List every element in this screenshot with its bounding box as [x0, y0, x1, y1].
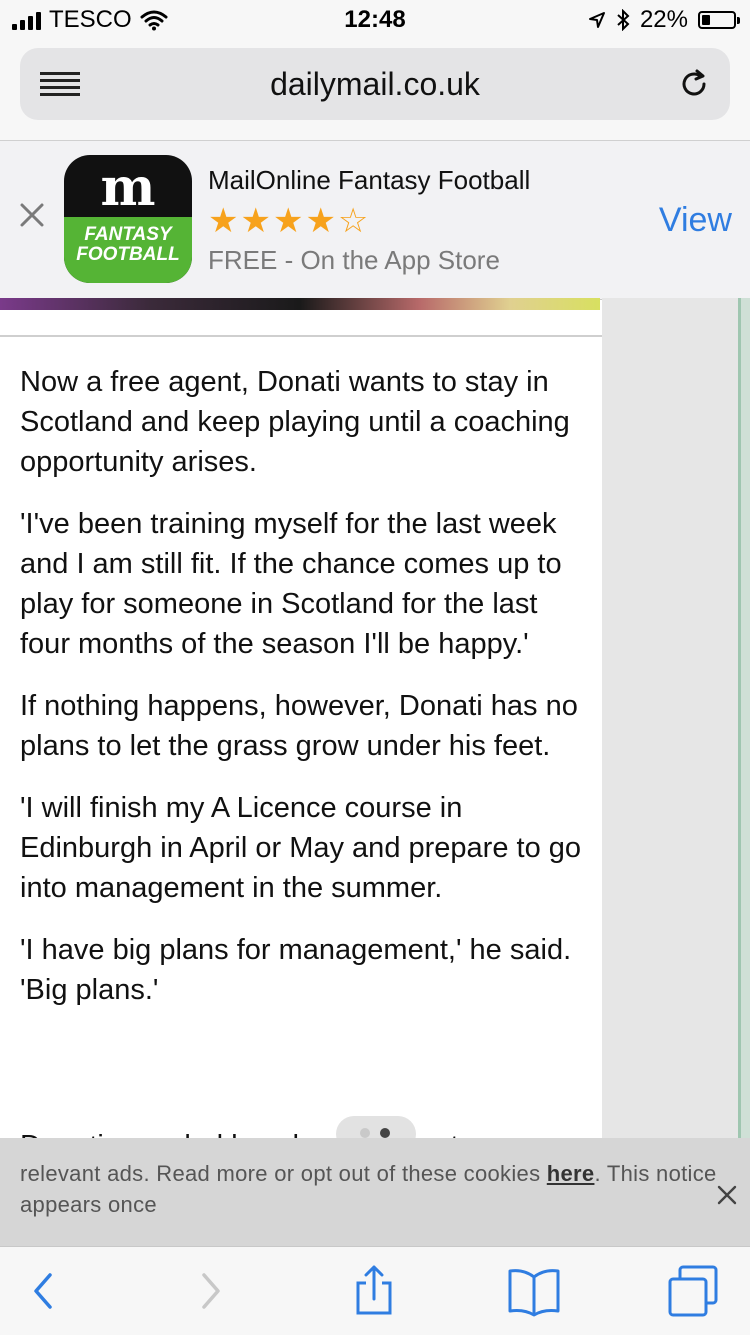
paragraph: 'I've been training myself for the last …: [20, 508, 562, 660]
battery-icon: [698, 11, 740, 29]
cookie-text: relevant ads. Read more or opt out of th…: [20, 1161, 717, 1217]
back-icon[interactable]: [14, 1265, 74, 1317]
status-bar: TESCO 12:48 22%: [0, 0, 750, 40]
cookie-notice: relevant ads. Read more or opt out of th…: [0, 1138, 750, 1246]
divider: [0, 335, 602, 337]
app-title: MailOnline Fantasy Football: [208, 165, 531, 195]
url-text[interactable]: dailymail.co.uk: [20, 66, 730, 103]
address-bar[interactable]: dailymail.co.uk: [20, 48, 730, 120]
app-icon-label: FANTASY FOOTBALL: [76, 224, 180, 265]
browser-toolbar: [0, 1246, 750, 1335]
view-button[interactable]: View: [659, 201, 732, 240]
reload-icon[interactable]: [676, 66, 712, 102]
mail-logo: m: [100, 157, 156, 218]
forward-icon[interactable]: [180, 1265, 240, 1317]
location-arrow-icon: [588, 12, 605, 28]
share-icon[interactable]: [344, 1265, 404, 1317]
app-icon[interactable]: m FANTASY FOOTBALL: [64, 155, 192, 283]
paragraph-cut: Donati revealed how he... podcast: [20, 1118, 590, 1138]
article-image: [0, 298, 600, 310]
paragraph: Now a free agent, Donati wants to stay i…: [20, 366, 570, 478]
article-body: Now a free agent, Donati wants to stay i…: [20, 362, 590, 1032]
app-subtitle: FREE - On the App Store: [208, 245, 500, 275]
battery-percent: 22%: [639, 6, 688, 33]
scroll-edge: [738, 298, 750, 1138]
cookie-link[interactable]: here: [547, 1161, 595, 1186]
paragraph: 'I have big plans for management,' he sa…: [20, 934, 572, 1006]
close-icon[interactable]: [716, 1184, 738, 1206]
rating-stars: ★★★★☆: [208, 202, 371, 240]
tabs-icon[interactable]: [664, 1265, 724, 1317]
sidebar: [602, 298, 738, 1138]
browser-header: dailymail.co.uk: [0, 40, 750, 140]
bookmarks-icon[interactable]: [504, 1265, 564, 1317]
paragraph: If nothing happens, however, Donati has …: [20, 690, 578, 762]
close-icon[interactable]: [18, 201, 46, 229]
paragraph: 'I will finish my A Licence course in Ed…: [20, 792, 582, 904]
smart-app-banner: m FANTASY FOOTBALL MailOnline Fantasy Fo…: [0, 140, 750, 300]
bluetooth-icon: [617, 9, 630, 31]
